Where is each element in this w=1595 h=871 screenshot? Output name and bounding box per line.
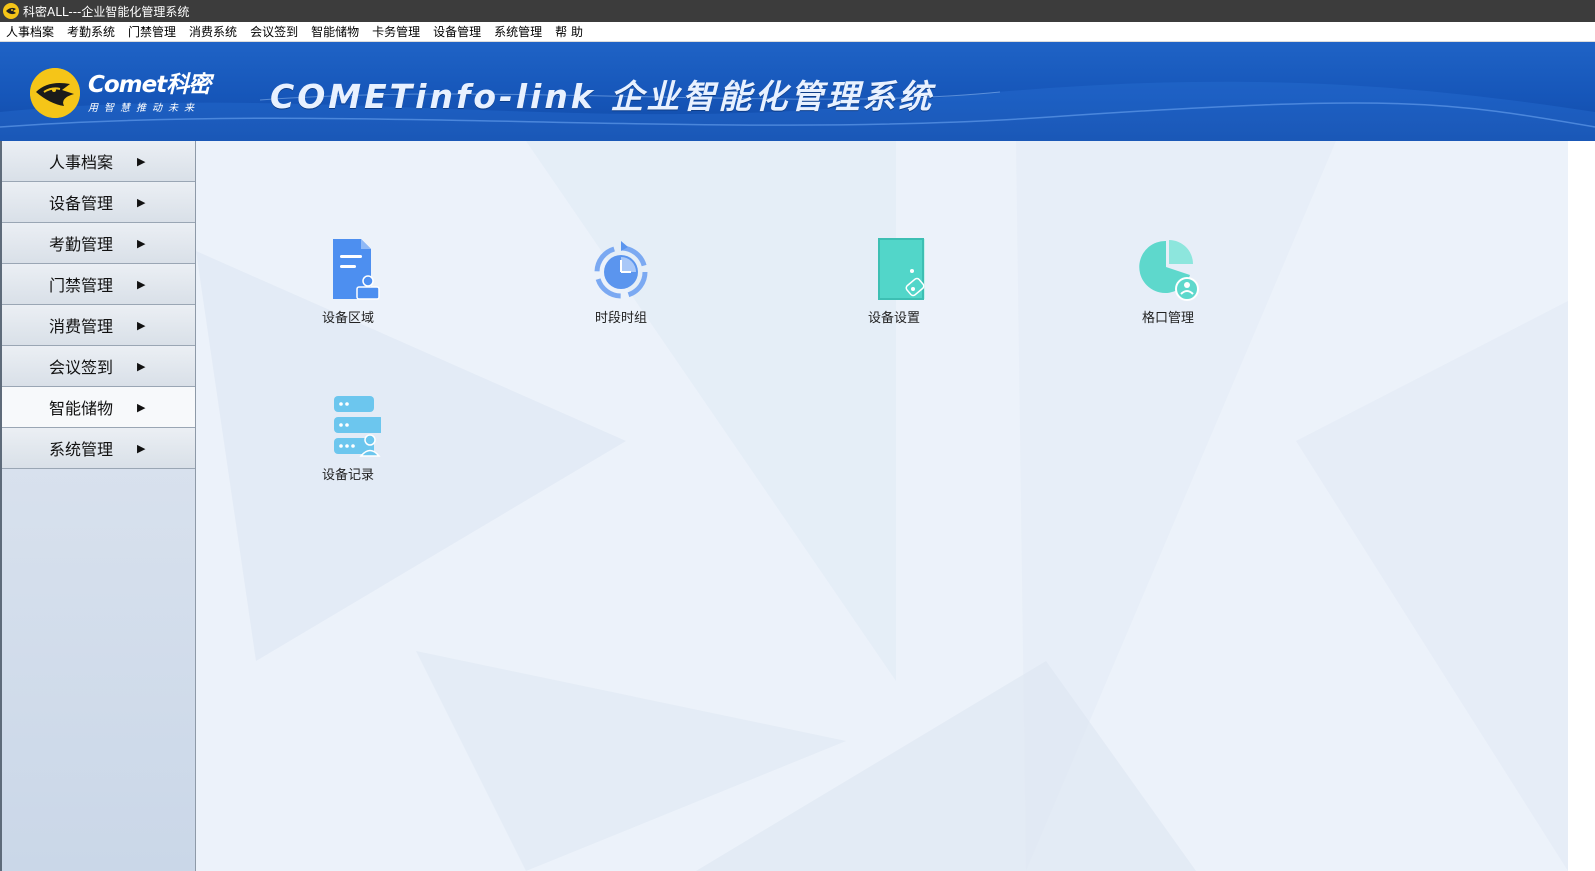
sidebar-item-label: 门禁管理 — [49, 276, 114, 295]
menu-bar: 人事档案 考勤系统 门禁管理 消费系统 会议签到 智能储物 卡务管理 设备管理 … — [0, 22, 1595, 42]
caret-right-icon: ▶ — [137, 400, 146, 414]
menu-item-card-management[interactable]: 卡务管理 — [365, 23, 426, 40]
sidebar: 人事档案 ▶ 设备管理 ▶ 考勤管理 ▶ 门禁管理 ▶ 消费管理 ▶ 会议签到 … — [0, 141, 196, 871]
document-user-icon — [333, 239, 380, 300]
sidebar-item-label: 系统管理 — [49, 440, 114, 459]
brand-logo: Comet科密 用智慧推动未来 — [30, 68, 211, 118]
right-gutter — [1568, 141, 1595, 871]
comet-logo-icon — [3, 3, 19, 19]
server-user-icon — [334, 396, 381, 457]
sidebar-item-label: 人事档案 — [49, 153, 114, 172]
tile-label: 设备设置 — [867, 311, 920, 326]
main-content: 设备区域 时段时组 设备设置 格口管理 设备记录 — [196, 141, 1568, 871]
clock-cycle-icon — [594, 241, 648, 299]
sidebar-item-access-control[interactable]: 门禁管理 ▶ — [2, 264, 195, 305]
caret-right-icon: ▶ — [137, 359, 146, 373]
tile-device-area[interactable]: 设备区域 — [298, 237, 398, 326]
tile-time-periods[interactable]: 时段时组 — [571, 237, 671, 326]
tile-compartment-management[interactable]: 格口管理 — [1118, 237, 1218, 326]
caret-right-icon: ▶ — [137, 154, 146, 168]
sidebar-item-label: 智能储物 — [49, 399, 114, 418]
sidebar-item-meeting-signin[interactable]: 会议签到 ▶ — [2, 346, 195, 387]
caret-right-icon: ▶ — [137, 441, 146, 455]
door-settings-icon — [878, 238, 925, 300]
caret-right-icon: ▶ — [137, 318, 146, 332]
menu-item-system-management[interactable]: 系统管理 — [487, 23, 548, 40]
menu-item-meeting-signin[interactable]: 会议签到 — [243, 23, 304, 40]
window-title: 科密ALL---企业智能化管理系统 — [23, 4, 190, 19]
menu-item-personnel[interactable]: 人事档案 — [0, 23, 60, 40]
eagle-logo-icon — [30, 68, 80, 118]
header-banner: Comet科密 用智慧推动未来 COMETinfo-link 企业智能化管理系统 — [0, 42, 1595, 141]
caret-right-icon: ▶ — [137, 195, 146, 209]
brand-name: Comet科密 — [88, 71, 211, 98]
sidebar-item-label: 考勤管理 — [49, 235, 114, 254]
system-title: COMETinfo-link 企业智能化管理系统 — [270, 77, 935, 116]
title-bar: 科密ALL---企业智能化管理系统 — [0, 0, 1595, 22]
tile-device-settings[interactable]: 设备设置 — [844, 237, 944, 326]
sidebar-item-system-management[interactable]: 系统管理 ▶ — [2, 428, 195, 469]
menu-item-device-management[interactable]: 设备管理 — [426, 23, 487, 40]
menu-item-consumption[interactable]: 消费系统 — [182, 23, 243, 40]
tile-label: 设备记录 — [321, 468, 374, 483]
sidebar-item-label: 会议签到 — [49, 358, 114, 377]
caret-right-icon: ▶ — [137, 277, 146, 291]
sidebar-item-consumption[interactable]: 消费管理 ▶ — [2, 305, 195, 346]
sidebar-item-label: 消费管理 — [49, 317, 114, 336]
pie-chart-user-icon — [1139, 240, 1199, 301]
sidebar-item-personnel[interactable]: 人事档案 ▶ — [2, 141, 195, 182]
sidebar-item-label: 设备管理 — [49, 194, 114, 213]
tile-label: 设备区域 — [321, 311, 374, 326]
sidebar-item-attendance[interactable]: 考勤管理 ▶ — [2, 223, 195, 264]
tile-label: 时段时组 — [594, 311, 647, 326]
sidebar-item-smart-storage[interactable]: 智能储物 ▶ — [2, 387, 195, 428]
tile-label: 格口管理 — [1141, 311, 1194, 326]
menu-item-help[interactable]: 帮 助 — [548, 23, 589, 40]
tile-device-records[interactable]: 设备记录 — [298, 394, 398, 483]
menu-item-smart-storage[interactable]: 智能储物 — [304, 23, 365, 40]
sidebar-item-device-management[interactable]: 设备管理 ▶ — [2, 182, 195, 223]
menu-item-attendance[interactable]: 考勤系统 — [60, 23, 121, 40]
menu-item-access-control[interactable]: 门禁管理 — [121, 23, 182, 40]
caret-right-icon: ▶ — [137, 236, 146, 250]
brand-slogan: 用智慧推动未来 — [88, 102, 200, 114]
